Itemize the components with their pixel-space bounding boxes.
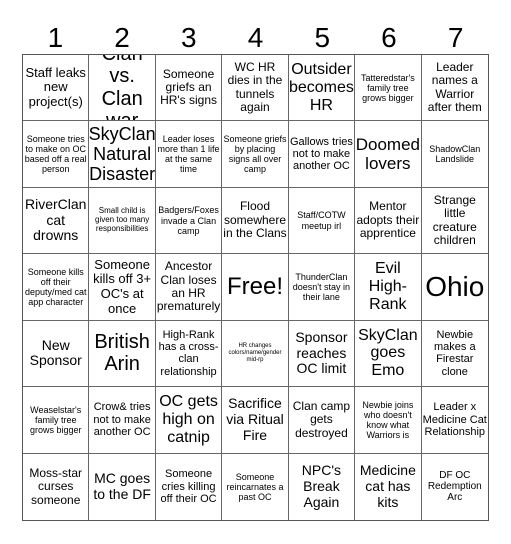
bingo-cell[interactable]: Small child is given too many responsibi… (89, 187, 156, 255)
bingo-cell[interactable]: Leader names a Warrior after them (421, 55, 488, 122)
bingo-cell[interactable]: RiverClan cat drowns (23, 187, 90, 255)
bingo-cell[interactable]: High-Rank has a cross-clan relationship (155, 320, 223, 388)
bingo-cell[interactable]: Medicine cat has kits (355, 453, 422, 520)
bingo-cell[interactable]: Someone kills off their deputy/med cat a… (23, 254, 90, 321)
bingo-cell[interactable]: Tatteredstar's family tree grows bigger (355, 55, 422, 122)
bingo-cell[interactable]: British Arin (89, 320, 156, 388)
bingo-cell[interactable]: Doomed lovers (355, 121, 422, 188)
bingo-cell[interactable]: Staff leaks new project(s) (23, 55, 90, 122)
bingo-cell[interactable]: Flood somewhere in the Clans (222, 187, 289, 255)
bingo-cell[interactable]: New Sponsor (23, 320, 90, 388)
bingo-cell[interactable]: Outsider becomes HR (288, 55, 356, 122)
bingo-cell[interactable]: Clan camp gets destroyed (288, 387, 356, 454)
column-number: 2 (114, 22, 130, 53)
bingo-cell[interactable]: Newbie makes a Firestar clone (421, 321, 488, 388)
bingo-cell[interactable]: Strange little creature children (421, 188, 488, 255)
bingo-grid: Staff leaks new project(s) Clan vs. Clan… (22, 54, 489, 521)
bingo-cell[interactable]: DF OC Redemption Arc (422, 454, 488, 520)
bingo-cell[interactable]: Leader loses more than 1 life at the sam… (155, 121, 223, 188)
bingo-cell[interactable]: Someone griefs an HR's signs (155, 55, 223, 122)
bingo-cell[interactable]: Ancestor Clan loses an HR prematurely (155, 254, 223, 321)
bingo-cell[interactable]: Mentor adopts their apprentice (355, 187, 422, 255)
bingo-cell[interactable]: Moss-star curses someone (23, 453, 90, 520)
bingo-cell[interactable]: ShadowClan Landslide (421, 121, 488, 188)
bingo-cell[interactable]: WC HR dies in the tunnels again (222, 55, 289, 122)
bingo-cell[interactable]: Someone tries to make on OC based off a … (23, 121, 90, 188)
column-number: 7 (447, 22, 464, 53)
bingo-cell[interactable]: ThunderClan doesn't stay in their lane (288, 254, 356, 321)
bingo-cell[interactable]: Leader x Medicine Cat Relationship (421, 387, 488, 454)
bingo-cell[interactable]: Someone kills off 3+ OC's at once (89, 254, 156, 321)
bingo-cell[interactable]: Gallows tries not to make another OC (288, 121, 356, 188)
column-number: 1 (47, 22, 64, 53)
bingo-cell[interactable]: Someone reincarnates a past OC (222, 453, 289, 520)
bingo-cell[interactable]: OC gets high on catnip (155, 387, 223, 454)
bingo-cell[interactable]: SkyClan goes Emo (355, 320, 422, 388)
bingo-cell[interactable]: SkyClan Natural Disaster (89, 121, 156, 188)
bingo-cell[interactable]: Someone griefs by placing signs all over… (222, 121, 289, 188)
bingo-cell[interactable]: NPC's Break Again (289, 453, 356, 520)
bingo-cell-free[interactable]: Free! (222, 254, 289, 321)
column-header-row: 1 2 3 4 5 6 7 (22, 22, 489, 54)
bingo-cell[interactable]: Badgers/Foxes invade a Clan camp (155, 187, 223, 255)
column-number: 4 (247, 22, 264, 53)
bingo-cell[interactable]: Staff/COTW meetup irl (288, 187, 356, 255)
column-number: 6 (381, 22, 397, 53)
bingo-cell[interactable]: Ohio (421, 254, 488, 321)
bingo-cell[interactable]: HR changes colors/name/gender mid-rp (222, 320, 289, 388)
column-number: 3 (181, 22, 197, 53)
bingo-cell[interactable]: Sacrifice via Ritual Fire (222, 387, 289, 454)
bingo-cell[interactable]: Newbie joins who doesn't know what Warri… (355, 387, 422, 454)
bingo-cell[interactable]: Crow& tries not to make another OC (89, 387, 156, 454)
bingo-cell[interactable]: MC goes to the DF (89, 453, 156, 520)
column-number: 5 (314, 22, 331, 53)
bingo-cell[interactable]: Sponsor reaches OC limit (288, 320, 356, 388)
bingo-cell[interactable]: Clan vs. Clan war (89, 55, 156, 122)
bingo-cell[interactable]: Someone cries killing off their OC (156, 453, 223, 520)
bingo-cell[interactable]: Evil High-Rank (355, 254, 422, 321)
bingo-cell[interactable]: Weaselstar's family tree grows bigger (23, 387, 90, 454)
